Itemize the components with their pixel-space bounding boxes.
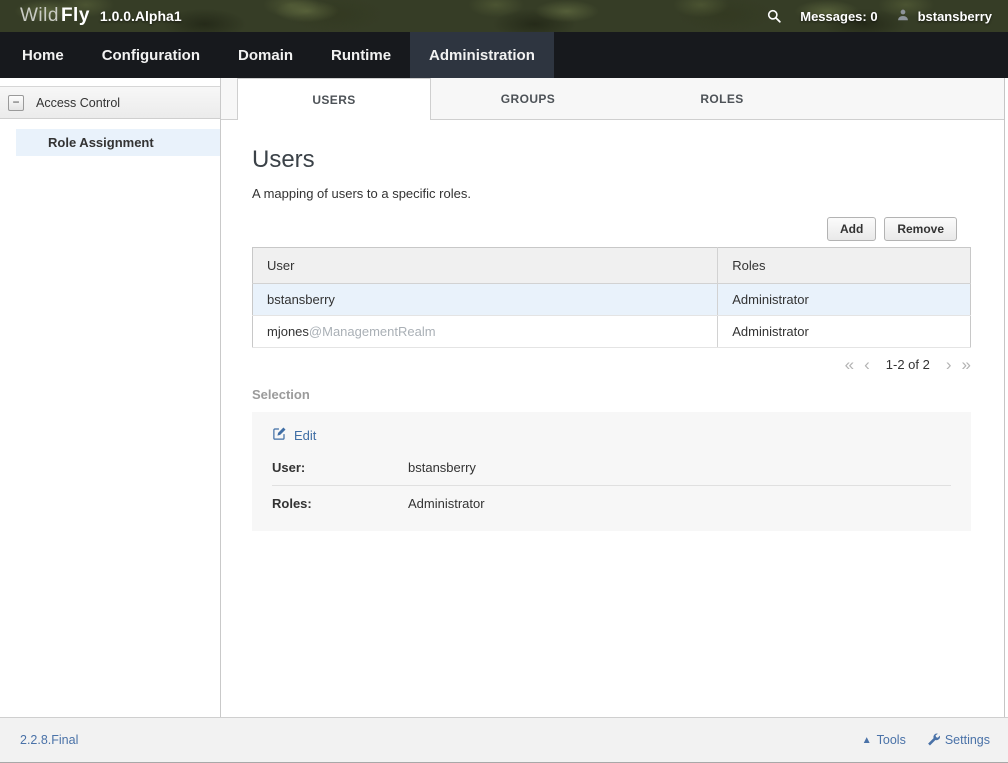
user-cell: bstansberry: [253, 284, 718, 316]
user-cell: mjones@ManagementRealm: [253, 316, 718, 348]
tools-link[interactable]: ▲ Tools: [862, 733, 906, 747]
realm-suffix: @ManagementRealm: [309, 324, 436, 339]
table-row[interactable]: bstansberry Administrator: [253, 284, 971, 316]
tools-label: Tools: [877, 733, 906, 747]
edit-link[interactable]: Edit: [272, 426, 316, 444]
edit-icon: [272, 426, 287, 444]
table-header-row: User Roles: [253, 248, 971, 284]
add-button[interactable]: Add: [827, 217, 876, 241]
user-icon: [896, 8, 912, 24]
app-window: Wild Fly 1.0.0.Alpha1 Messages: 0 bstans…: [0, 0, 1008, 763]
remove-button[interactable]: Remove: [884, 217, 957, 241]
nav-item-runtime[interactable]: Runtime: [312, 32, 410, 78]
selection-panel: Edit User: bstansberry Roles: Administra…: [252, 412, 971, 531]
last-page-icon[interactable]: »: [962, 356, 971, 373]
wrench-icon: [926, 732, 940, 749]
field-label: User:: [272, 460, 408, 475]
username-label: bstansberry: [918, 9, 992, 24]
page-description: A mapping of users to a specific roles.: [252, 186, 971, 201]
logo-wild: Wild: [20, 5, 59, 27]
column-header-user: User: [253, 248, 718, 284]
logo-fly: Fly: [61, 5, 90, 27]
nav-item-home[interactable]: Home: [3, 32, 83, 78]
nav-item-domain[interactable]: Domain: [219, 32, 312, 78]
body-area: − Access Control Role Assignment USERS G…: [0, 78, 1008, 717]
footer-actions: ▲ Tools Settings: [862, 732, 990, 749]
content-area: USERS GROUPS ROLES Users A mapping of us…: [221, 78, 1005, 717]
settings-label: Settings: [945, 733, 990, 747]
sidebar-item-role-assignment[interactable]: Role Assignment: [16, 129, 220, 156]
roles-cell: Administrator: [718, 284, 971, 316]
nav-item-configuration[interactable]: Configuration: [83, 32, 219, 78]
caret-up-icon: ▲: [862, 735, 872, 746]
table-toolbar: Add Remove: [252, 217, 957, 241]
settings-link[interactable]: Settings: [926, 732, 990, 749]
next-page-icon[interactable]: ›: [946, 356, 952, 373]
sidebar-section-header: − Access Control: [0, 86, 220, 119]
footer: 2.2.8.Final ▲ Tools Settings: [0, 717, 1008, 762]
content-inner: Users A mapping of users to a specific r…: [221, 120, 1004, 717]
main-nav: Home Configuration Domain Runtime Admini…: [0, 32, 1008, 78]
column-header-roles: Roles: [718, 248, 971, 284]
field-value: Administrator: [408, 496, 485, 511]
collapse-icon[interactable]: −: [8, 95, 24, 111]
tab-roles[interactable]: ROLES: [625, 78, 819, 119]
selection-heading: Selection: [252, 387, 971, 402]
page-range-label: 1-2 of 2: [886, 357, 930, 372]
tab-groups[interactable]: GROUPS: [431, 78, 625, 119]
roles-cell: Administrator: [718, 316, 971, 348]
field-value: bstansberry: [408, 460, 476, 475]
field-label: Roles:: [272, 496, 408, 511]
tab-users[interactable]: USERS: [237, 78, 431, 120]
top-header: Wild Fly 1.0.0.Alpha1 Messages: 0 bstans…: [0, 0, 1008, 32]
users-table: User Roles bstansberry Administrator mjo…: [252, 247, 971, 348]
selection-field-roles: Roles: Administrator: [272, 486, 951, 521]
messages-indicator[interactable]: Messages: 0: [800, 9, 877, 24]
sidebar-section-label: Access Control: [36, 96, 120, 110]
pagination: « ‹ 1-2 of 2 › »: [252, 348, 971, 373]
console-version: 2.2.8.Final: [20, 733, 78, 747]
nav-item-administration[interactable]: Administration: [410, 32, 554, 78]
header-actions: Messages: 0 bstansberry: [766, 8, 992, 24]
page-title: Users: [252, 146, 971, 174]
first-page-icon[interactable]: «: [845, 356, 854, 373]
current-user[interactable]: bstansberry: [896, 8, 992, 24]
product-version: 1.0.0.Alpha1: [100, 8, 182, 24]
prev-page-icon[interactable]: ‹: [864, 356, 870, 373]
sidebar: − Access Control Role Assignment: [0, 78, 221, 717]
search-icon[interactable]: [766, 8, 782, 24]
table-row[interactable]: mjones@ManagementRealm Administrator: [253, 316, 971, 348]
edit-label: Edit: [294, 428, 316, 443]
brand-logo: Wild Fly 1.0.0.Alpha1: [20, 5, 182, 27]
tab-strip: USERS GROUPS ROLES: [221, 78, 1004, 120]
selection-field-user: User: bstansberry: [272, 450, 951, 486]
